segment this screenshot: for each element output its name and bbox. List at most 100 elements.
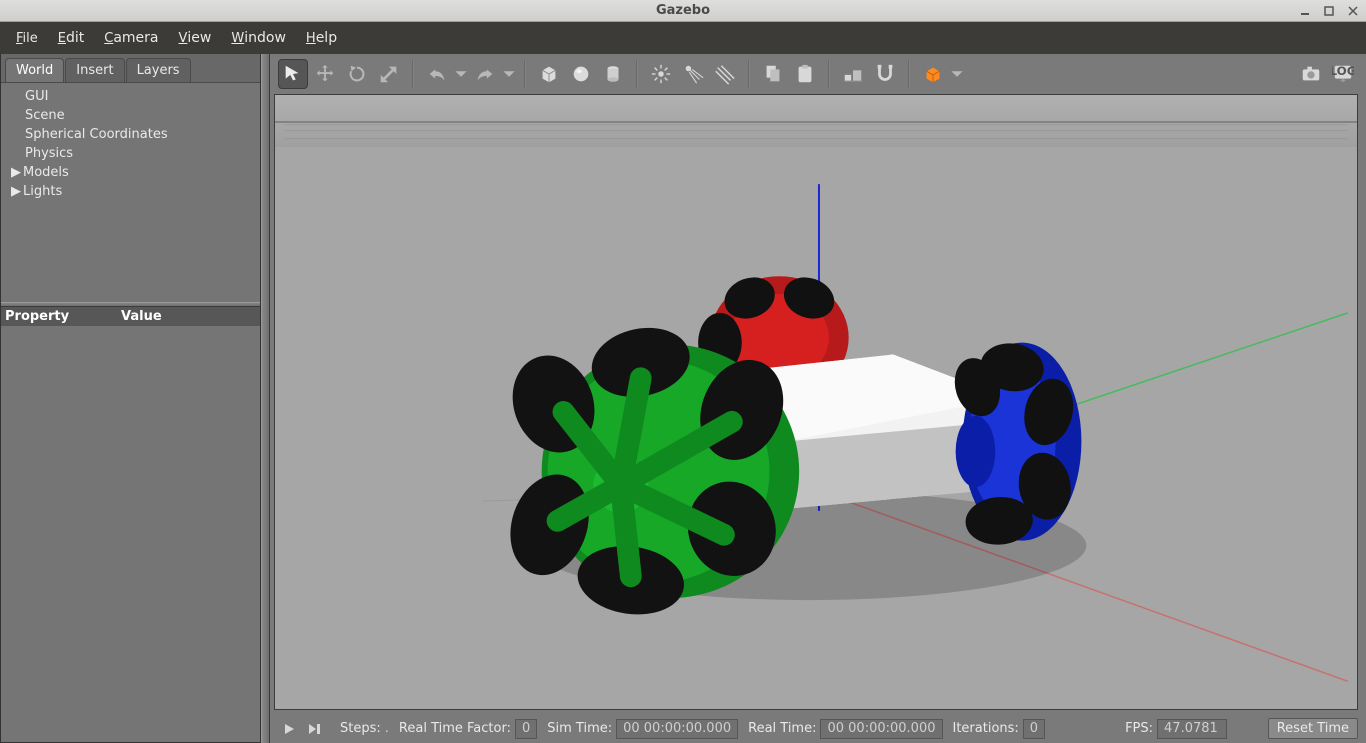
toolbar-redo[interactable]: [470, 59, 500, 89]
menu-edit[interactable]: Edit: [48, 26, 94, 50]
window-close-button[interactable]: [1344, 4, 1362, 18]
property-header-value[interactable]: Value: [117, 307, 260, 326]
real-time-value[interactable]: 00 00:00:00.000: [820, 719, 942, 739]
step-button[interactable]: [304, 718, 326, 740]
tree-item-spherical-coords[interactable]: Spherical Coordinates: [7, 125, 254, 144]
iterations-value[interactable]: 0: [1023, 719, 1045, 739]
snap-icon: [874, 63, 896, 85]
steps-label: Steps:: [340, 721, 381, 736]
menu-file[interactable]: File: [6, 26, 48, 50]
tree-item-scene[interactable]: Scene: [7, 106, 254, 125]
view-angle-icon: [922, 63, 944, 85]
menubar: File Edit Camera View Window Help: [0, 22, 1366, 54]
property-header-property[interactable]: Property: [1, 307, 117, 326]
toolbar-separator: [828, 60, 830, 88]
toolbar-redo-dropdown[interactable]: [502, 59, 516, 89]
toolbar-cylinder[interactable]: [598, 59, 628, 89]
toolbar-log[interactable]: LOG: [1328, 59, 1358, 89]
tab-world[interactable]: World: [5, 58, 64, 82]
toolbar-separator: [524, 60, 526, 88]
rtf-value[interactable]: 0: [515, 719, 537, 739]
screenshot-icon: [1300, 63, 1322, 85]
iterations-label: Iterations:: [953, 721, 1019, 736]
log-icon: LOG: [1332, 63, 1354, 85]
window-minimize-button[interactable]: [1296, 4, 1314, 18]
toolbar-box[interactable]: [534, 59, 564, 89]
paste-icon: [794, 63, 816, 85]
toolbar-view-angle-dropdown[interactable]: [950, 59, 964, 89]
toolbar-screenshot[interactable]: [1296, 59, 1326, 89]
sim-bottom-bar: Steps: . Real Time Factor: 0 Sim Time: 0…: [270, 714, 1366, 743]
toolbar-spot-light[interactable]: [678, 59, 708, 89]
translate-icon: [314, 63, 336, 85]
scene-render: [275, 95, 1357, 709]
toolbar-point-light[interactable]: [646, 59, 676, 89]
toolbar-scale[interactable]: [374, 59, 404, 89]
toolbar-view-angle[interactable]: [918, 59, 948, 89]
window-title: Gazebo: [656, 3, 710, 18]
copy-icon: [762, 63, 784, 85]
realtime-label: Real Time:: [748, 721, 816, 736]
toolbar-sphere[interactable]: [566, 59, 596, 89]
minimize-icon: [1299, 5, 1311, 17]
property-header: Property Value: [1, 307, 260, 326]
cylinder-icon: [602, 63, 624, 85]
spot-light-icon: [682, 63, 704, 85]
maximize-icon: [1323, 5, 1335, 17]
close-icon: [1347, 5, 1359, 17]
step-icon: [308, 723, 322, 735]
toolbar-align[interactable]: [838, 59, 868, 89]
toolbar-translate[interactable]: [310, 59, 340, 89]
tree-item-physics[interactable]: Physics: [7, 144, 254, 163]
expand-icon[interactable]: ▶: [11, 165, 23, 180]
toolbar-undo-dropdown[interactable]: [454, 59, 468, 89]
align-icon: [842, 63, 864, 85]
toolbar-snap[interactable]: [870, 59, 900, 89]
toolbar-rotate[interactable]: [342, 59, 372, 89]
world-tree[interactable]: GUI Scene Spherical Coordinates Physics …: [1, 82, 260, 302]
tab-layers[interactable]: Layers: [126, 58, 191, 82]
play-button[interactable]: [278, 718, 300, 740]
simtime-label: Sim Time:: [547, 721, 612, 736]
menu-window[interactable]: Window: [221, 26, 296, 50]
toolbar-separator: [908, 60, 910, 88]
expand-icon[interactable]: ▶: [11, 184, 23, 199]
3d-viewport[interactable]: [274, 94, 1358, 710]
panel-splitter-vertical[interactable]: [261, 54, 270, 743]
toolbar-separator: [636, 60, 638, 88]
point-light-icon: [650, 63, 672, 85]
sphere-icon: [570, 63, 592, 85]
menu-help[interactable]: Help: [296, 26, 347, 50]
tree-item-lights[interactable]: ▶Lights: [7, 182, 254, 201]
left-tabs: World Insert Layers: [1, 54, 260, 82]
undo-icon: [426, 63, 448, 85]
tree-item-models[interactable]: ▶Models: [7, 163, 254, 182]
fps-value[interactable]: 47.0781: [1157, 719, 1227, 739]
tree-item-gui[interactable]: GUI: [7, 87, 254, 106]
toolbar-separator: [412, 60, 414, 88]
box-icon: [538, 63, 560, 85]
play-icon: [283, 723, 295, 735]
dropdown-icon: [454, 63, 468, 85]
steps-value: .: [385, 721, 389, 736]
menu-view[interactable]: View: [169, 26, 222, 50]
main-view: LOG: [270, 54, 1366, 743]
reset-time-button[interactable]: Reset Time: [1268, 718, 1358, 739]
toolbar-copy[interactable]: [758, 59, 788, 89]
directional-light-icon: [714, 63, 736, 85]
toolbar-paste[interactable]: [790, 59, 820, 89]
tab-insert[interactable]: Insert: [65, 58, 124, 82]
left-panel: World Insert Layers GUI Scene Spherical …: [0, 54, 261, 743]
window-maximize-button[interactable]: [1320, 4, 1338, 18]
toolbar-separator: [748, 60, 750, 88]
toolbar-directional-light[interactable]: [710, 59, 740, 89]
toolbar-select[interactable]: [278, 59, 308, 89]
rtf-label: Real Time Factor:: [399, 721, 511, 736]
redo-icon: [474, 63, 496, 85]
menu-camera[interactable]: Camera: [94, 26, 168, 50]
scale-icon: [378, 63, 400, 85]
sim-time-value[interactable]: 00 00:00:00.000: [616, 719, 738, 739]
window-titlebar: Gazebo: [0, 0, 1366, 22]
toolbar-undo[interactable]: [422, 59, 452, 89]
dropdown-icon: [950, 63, 964, 85]
